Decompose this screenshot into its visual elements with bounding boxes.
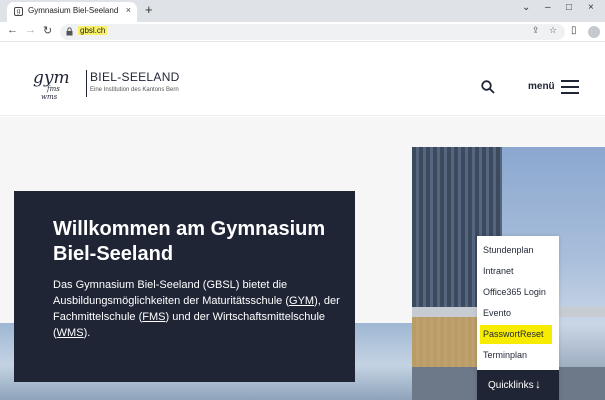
reload-icon[interactable]: ↻ <box>43 24 52 37</box>
hamburger-menu-icon[interactable] <box>561 80 579 94</box>
lock-icon <box>66 27 73 36</box>
site-header: gym fms wms BIEL-SEELAND Eine Institutio… <box>0 42 605 116</box>
quicklink-evento[interactable]: Evento <box>480 304 552 323</box>
menu-label[interactable]: menü <box>528 81 555 92</box>
quicklink-terminplan[interactable]: Terminplan <box>480 346 552 365</box>
url-text[interactable]: gbsl.ch <box>78 26 108 35</box>
minimize-button[interactable]: – <box>545 2 551 13</box>
fms-link[interactable]: FMS <box>142 311 165 323</box>
welcome-text: Das Gymnasium Biel-Seeland (GBSL) bietet… <box>53 277 343 341</box>
side-panel-icon[interactable]: ▯ <box>571 25 577 36</box>
logo-fms-text: fms <box>47 85 60 93</box>
site-logo[interactable]: gym fms wms BIEL-SEELAND Eine Institutio… <box>33 68 193 104</box>
building-light <box>412 317 482 367</box>
close-tab-icon[interactable]: × <box>126 5 131 15</box>
browser-tab-strip: g Gymnasium Biel-Seeland × + ⌄ – □ × <box>0 0 605 22</box>
logo-wms-text: wms <box>41 93 58 101</box>
welcome-text-part: Das Gymnasium Biel-Seeland (GBSL) bietet… <box>53 279 290 307</box>
search-icon[interactable] <box>481 80 495 94</box>
browser-tab[interactable]: g Gymnasium Biel-Seeland × <box>7 2 137 22</box>
logo-divider <box>86 70 87 97</box>
gym-link[interactable]: GYM <box>289 295 314 307</box>
quicklink-intranet[interactable]: Intranet <box>480 262 552 281</box>
maximize-button[interactable]: □ <box>566 2 572 13</box>
quicklink-stundenplan[interactable]: Stundenplan <box>480 241 552 260</box>
back-arrow-icon[interactable]: ← <box>7 24 18 36</box>
quicklinks-toggle-button[interactable]: Quicklinks ↓ <box>477 370 559 400</box>
welcome-title: Willkommen am Gymna­sium Biel-Seeland <box>53 218 326 265</box>
welcome-box: Willkommen am Gymna­sium Biel-Seeland Da… <box>14 191 355 382</box>
gym-favicon-icon: g <box>14 7 23 16</box>
logo-subtitle: Eine Institution des Kantons Bern <box>90 87 179 93</box>
address-bar[interactable]: gbsl.ch ⇪ ☆ <box>60 24 565 40</box>
quicklinks-label: Quicklinks <box>488 380 534 391</box>
profile-avatar-icon[interactable] <box>588 26 600 38</box>
logo-school-name: BIEL-SEELAND <box>90 70 180 84</box>
share-icon[interactable]: ⇪ <box>532 25 540 36</box>
new-tab-button[interactable]: + <box>145 2 153 17</box>
arrow-down-icon: ↓ <box>535 377 541 391</box>
bookmark-star-icon[interactable]: ☆ <box>549 25 557 36</box>
wms-link[interactable]: WMS <box>57 327 84 339</box>
tab-title: Gymnasium Biel-Seeland <box>28 6 119 15</box>
quicklinks-panel: Stundenplan Intranet Office365 Login Eve… <box>477 236 559 400</box>
tab-search-icon[interactable]: ⌄ <box>522 2 530 13</box>
close-window-button[interactable]: × <box>588 2 594 13</box>
welcome-text-part: ). <box>83 327 91 339</box>
quicklink-passwortreset[interactable]: PasswortReset <box>480 325 552 344</box>
browser-toolbar: ← → ↻ gbsl.ch ⇪ ☆ ▯ <box>0 22 605 42</box>
forward-arrow-icon[interactable]: → <box>25 24 36 36</box>
quicklink-office365-login[interactable]: Office365 Login <box>480 283 552 302</box>
